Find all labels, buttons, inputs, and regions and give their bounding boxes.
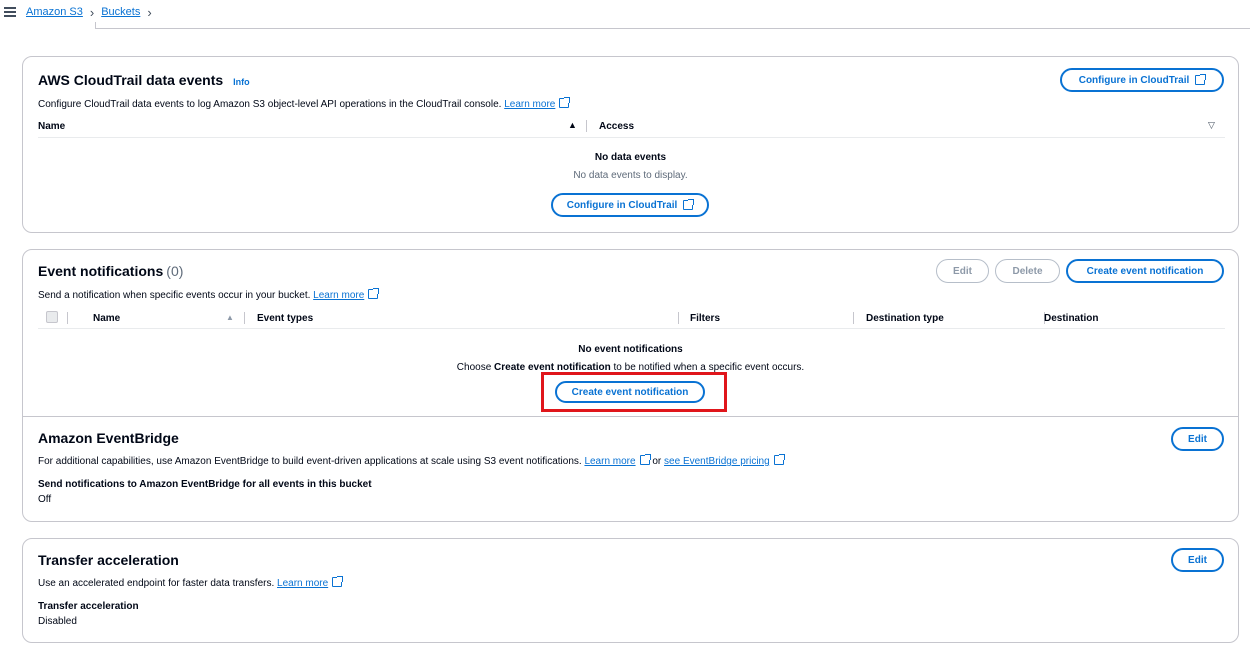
section-divider <box>23 416 1238 417</box>
column-separator <box>244 312 245 324</box>
eventbridge-description: For additional capabilities, use Amazon … <box>38 454 785 467</box>
info-link[interactable]: Info <box>233 77 250 87</box>
external-link-icon <box>639 454 651 465</box>
chevron-right-icon: › <box>147 4 152 20</box>
column-separator <box>678 312 679 324</box>
column-header-name[interactable]: Name <box>93 313 120 324</box>
sort-ascending-icon[interactable]: ▲ <box>226 313 234 322</box>
transfer-field-label: Transfer acceleration <box>38 601 139 612</box>
cloudtrail-empty-subtitle: No data events to display. <box>573 170 688 181</box>
event-notifications-description: Send a notification when specific events… <box>38 288 380 301</box>
column-header-access[interactable]: Access <box>599 121 634 132</box>
column-separator <box>586 120 587 132</box>
external-link-icon <box>559 97 571 108</box>
transfer-field-value: Disabled <box>38 616 77 627</box>
eventbridge-description-text: For additional capabilities, use Amazon … <box>38 456 582 467</box>
transfer-description-text: Use an accelerated endpoint for faster d… <box>38 578 275 589</box>
eventbridge-learn-more-link[interactable]: Learn more <box>584 456 635 467</box>
sort-ascending-icon[interactable]: ▲ <box>568 120 577 130</box>
column-header-event-types[interactable]: Event types <box>257 313 313 324</box>
external-link-icon <box>332 576 344 587</box>
divider <box>95 28 1250 29</box>
select-all-checkbox[interactable] <box>46 311 58 323</box>
empty-text-pre: Choose <box>456 362 492 373</box>
transfer-description: Use an accelerated endpoint for faster d… <box>38 576 344 589</box>
external-link-icon <box>773 454 785 465</box>
cloudtrail-description-text: Configure CloudTrail data events to log … <box>38 99 502 110</box>
eventbridge-field-label: Send notifications to Amazon EventBridge… <box>38 479 372 490</box>
event-notifications-learn-more-link[interactable]: Learn more <box>313 290 364 301</box>
configure-cloudtrail-label: Configure in CloudTrail <box>1078 74 1190 86</box>
edit-event-button[interactable]: Edit <box>936 259 989 283</box>
column-header-destination[interactable]: Destination <box>1044 313 1098 324</box>
column-header-destination-label: Destination <box>1044 313 1099 324</box>
edit-transfer-button[interactable]: Edit <box>1171 548 1224 572</box>
external-link-icon <box>683 199 695 210</box>
eventbridge-title: Amazon EventBridge <box>38 430 179 446</box>
column-header-destination-type[interactable]: Destination type <box>866 313 944 324</box>
eventbridge-field-value: Off <box>38 494 52 505</box>
event-notifications-description-text: Send a notification when specific events… <box>38 290 311 301</box>
table-header-divider <box>38 328 1225 329</box>
or-text: or <box>652 456 662 467</box>
top-bar: Amazon S3 › Buckets › <box>0 0 1250 30</box>
cloudtrail-title: AWS CloudTrail data events <box>38 72 224 88</box>
breadcrumb: Amazon S3 › Buckets › <box>26 4 152 20</box>
column-header-filters[interactable]: Filters <box>690 313 720 324</box>
edit-eventbridge-button[interactable]: Edit <box>1171 427 1224 451</box>
event-notifications-card: Event notifications (0) Send a notificat… <box>22 249 1239 522</box>
column-header-name[interactable]: Name <box>38 121 65 132</box>
hamburger-menu-icon[interactable] <box>4 7 16 17</box>
create-event-notification-button[interactable]: Create event notification <box>1066 259 1224 283</box>
delete-event-button[interactable]: Delete <box>995 259 1060 283</box>
cloudtrail-card: AWS CloudTrail data events Info Configure… <box>22 56 1239 233</box>
external-link-icon <box>1195 74 1207 85</box>
chevron-right-icon: › <box>89 4 95 20</box>
highlight-box <box>541 372 727 412</box>
event-notifications-header: Event notifications (0) <box>38 263 183 279</box>
transfer-title: Transfer acceleration <box>38 552 179 568</box>
event-notifications-empty-title: No event notifications <box>578 344 683 355</box>
configure-cloudtrail-empty-label: Configure in CloudTrail <box>566 199 678 211</box>
cloudtrail-header: AWS CloudTrail data events Info <box>38 72 250 88</box>
external-link-icon <box>368 288 380 299</box>
cloudtrail-empty-title: No data events <box>594 152 667 163</box>
configure-cloudtrail-button[interactable]: Configure in CloudTrail <box>1060 68 1224 92</box>
column-separator <box>67 312 68 324</box>
cloudtrail-description: Configure CloudTrail data events to log … <box>38 97 571 110</box>
column-separator <box>853 312 854 324</box>
configure-cloudtrail-empty-button[interactable]: Configure in CloudTrail <box>551 193 709 217</box>
breadcrumb-amazon-s3[interactable]: Amazon S3 <box>26 6 83 18</box>
transfer-learn-more-link[interactable]: Learn more <box>277 578 328 589</box>
eventbridge-pricing-link[interactable]: see EventBridge pricing <box>664 456 770 467</box>
event-notifications-title: Event notifications <box>38 263 164 279</box>
event-notifications-count: (0) <box>166 263 184 279</box>
transfer-acceleration-card: Transfer acceleration Edit Use an accele… <box>22 538 1239 643</box>
table-header-divider <box>38 137 1225 138</box>
cloudtrail-learn-more-link[interactable]: Learn more <box>504 99 555 110</box>
sort-descending-icon[interactable]: ▽ <box>1208 120 1215 131</box>
breadcrumb-buckets[interactable]: Buckets <box>101 6 140 18</box>
